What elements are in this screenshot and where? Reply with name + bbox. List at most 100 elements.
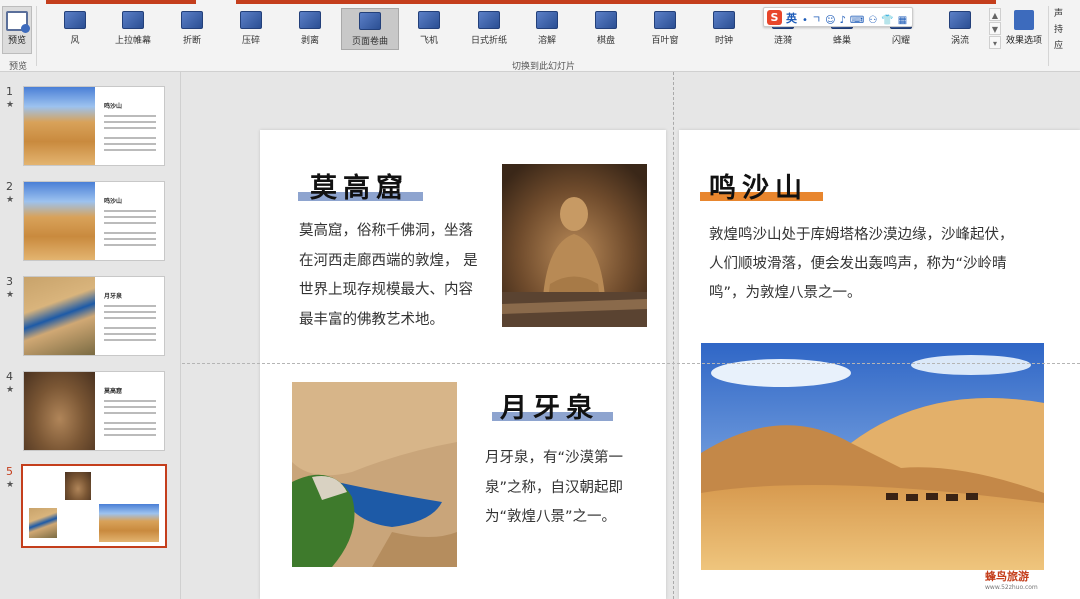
text-line: 在河西走廊西端的敦煌， 是 <box>299 252 478 269</box>
fracture-icon <box>181 11 203 29</box>
thumb-text-line <box>104 422 156 424</box>
ribbon-divider <box>1048 6 1049 66</box>
thumb-text-line <box>104 127 156 129</box>
transition-label: 飞机 <box>419 36 438 46</box>
apply-all-item[interactable]: 应 <box>1054 38 1080 54</box>
effect-options-button[interactable]: 效果选项 <box>1003 8 1045 62</box>
transition-label: 折断 <box>182 36 201 46</box>
thumb-text-line <box>104 428 156 430</box>
thumb-text-line <box>104 210 156 212</box>
preview-group-label: 预览 <box>9 62 28 72</box>
ime-tools[interactable]: •ㄱ☺♪⌨⚇👕▦ <box>802 11 911 26</box>
thumbnail-number: 2 <box>6 180 13 193</box>
ime-language-toggle[interactable]: 英 <box>786 10 797 26</box>
thumb-mini-pond <box>29 508 57 538</box>
thumb-text-line <box>104 311 156 313</box>
thumbnail-number: 5 <box>6 465 13 478</box>
transition-blinds[interactable]: 百叶窗 <box>636 8 694 50</box>
mogao-title: 莫高窟 <box>310 173 409 204</box>
transition-dissolve[interactable]: 溶解 <box>518 8 576 50</box>
transition-checkerboard[interactable]: 棋盘 <box>577 8 635 50</box>
transition-label: 风 <box>70 36 80 46</box>
text-line: 人们顺坡滑落，便会发出轰鸣声，称为“沙岭晴 <box>709 256 1007 272</box>
thumb-text-line <box>104 149 156 151</box>
transition-label: 涡流 <box>950 36 969 46</box>
thumbnail-number: 1 <box>6 85 13 98</box>
thumb-text-line <box>104 137 156 139</box>
thumb-text-line <box>104 333 156 335</box>
thumb-text-line <box>104 327 156 329</box>
transition-wind[interactable]: 风 <box>46 8 104 50</box>
crescent-moon-spring-photo <box>292 382 457 567</box>
clock-icon <box>713 11 735 29</box>
animation-star-icon: ★ <box>6 480 15 490</box>
transition-label: 溶解 <box>537 36 556 46</box>
transition-fracture[interactable]: 折断 <box>163 8 221 50</box>
transition-label: 日式折纸 <box>470 36 507 46</box>
thumb-text-line <box>104 222 156 224</box>
thumb-title: 鸣沙山 <box>104 198 123 205</box>
transition-label: 页面卷曲 <box>351 37 388 47</box>
ime-toolbar[interactable]: S 英 •ㄱ☺♪⌨⚇👕▦ <box>763 7 913 27</box>
transition-page-curl[interactable]: 页面卷曲 <box>341 8 399 50</box>
slide-thumbnail-3[interactable]: 月牙泉 <box>23 276 165 356</box>
gallery-down-icon[interactable]: ▼ <box>989 22 1001 35</box>
vortex-icon <box>949 11 971 29</box>
thumbnail-number: 3 <box>6 275 13 288</box>
thumb-text-line <box>104 244 156 246</box>
airplane-icon <box>418 11 440 29</box>
transition-label: 闪耀 <box>891 36 910 46</box>
animation-star-icon: ★ <box>6 195 15 205</box>
thumb-image <box>24 182 95 260</box>
animation-star-icon: ★ <box>6 100 15 110</box>
transitions-group-label: 切换到此幻灯片 <box>512 62 576 72</box>
thumb-title: 鸣沙山 <box>104 103 123 110</box>
gallery-scroll[interactable]: ▲ ▼ ▾ <box>989 8 1001 50</box>
sound-item[interactable]: 声 <box>1054 6 1080 22</box>
vertical-guide <box>673 72 674 599</box>
thumb-image <box>24 372 95 450</box>
yueya-title: 月牙泉 <box>500 393 599 424</box>
gallery-up-icon[interactable]: ▲ <box>989 8 1001 21</box>
mogao-buddha-photo <box>502 164 647 327</box>
gallery-more-icon[interactable]: ▾ <box>989 36 1001 49</box>
horizontal-guide <box>182 363 1080 364</box>
transition-curtain[interactable]: 上拉帷幕 <box>104 8 162 50</box>
thumb-text-line <box>104 238 156 240</box>
preview-button[interactable]: 预览 <box>2 6 32 54</box>
slide-thumbnail-5[interactable] <box>21 464 167 548</box>
checkerboard-icon <box>595 11 617 29</box>
thumb-text-line <box>104 412 156 414</box>
text-line: 最丰富的佛教艺术地。 <box>299 311 444 328</box>
transition-peel[interactable]: 剥离 <box>281 8 339 50</box>
slide-right[interactable]: 鸣沙山 敦煌鸣沙山处于库姆塔格沙漠边缘，沙峰起伏， 人们顺坡滑落，便会发出轰鸣声… <box>679 130 1080 599</box>
slide-thumbnail-pane: 1 ★ 鸣沙山 2 ★ 鸣沙山 3 ★ 月牙泉 4 ★ 莫高窟 5 ★ <box>0 72 181 599</box>
mingsha-dunes-photo <box>701 343 1044 570</box>
transition-label: 压碎 <box>241 36 260 46</box>
thumb-mini-desert <box>99 504 159 542</box>
slide-thumbnail-4[interactable]: 莫高窟 <box>23 371 165 451</box>
transition-origami[interactable]: 日式折纸 <box>460 8 518 50</box>
transition-crush[interactable]: 压碎 <box>222 8 280 50</box>
transition-clock[interactable]: 时钟 <box>695 8 753 50</box>
ime-logo-icon[interactable]: S <box>767 10 782 25</box>
preview-label: 预览 <box>7 36 26 46</box>
mingsha-title: 鸣沙山 <box>709 173 808 204</box>
thumb-text-line <box>104 143 156 145</box>
transition-vortex[interactable]: 涡流 <box>931 8 989 50</box>
effect-options-icon <box>1014 10 1034 30</box>
thumb-text-line <box>104 434 156 436</box>
transition-airplane[interactable]: 飞机 <box>400 8 458 50</box>
text-line: 世界上现存规模最大、内容 <box>299 282 473 298</box>
ribbon-divider <box>36 6 37 66</box>
ribbon: 预览 预览 风 上拉帷幕 折断 压碎 剥离 页面卷曲 飞机 日式折纸 溶解 棋盘 百叶窗 时钟 涟漪 蜂巢… <box>0 0 1080 72</box>
ribbon-top-accent <box>0 0 1080 4</box>
duration-item[interactable]: 持 <box>1054 22 1080 38</box>
slide-thumbnail-1[interactable]: 鸣沙山 <box>23 86 165 166</box>
slide-thumbnail-2[interactable]: 鸣沙山 <box>23 181 165 261</box>
blinds-icon <box>654 11 676 29</box>
thumb-text-line <box>104 115 156 117</box>
slide-left[interactable]: 莫高窟 莫高窟，俗称千佛洞，坐落 在河西走廊西端的敦煌， 是 世界上现存规模最大… <box>260 130 666 599</box>
dissolve-icon <box>536 11 558 29</box>
watermark-text: 蜂鸟旅游 <box>985 570 1029 583</box>
